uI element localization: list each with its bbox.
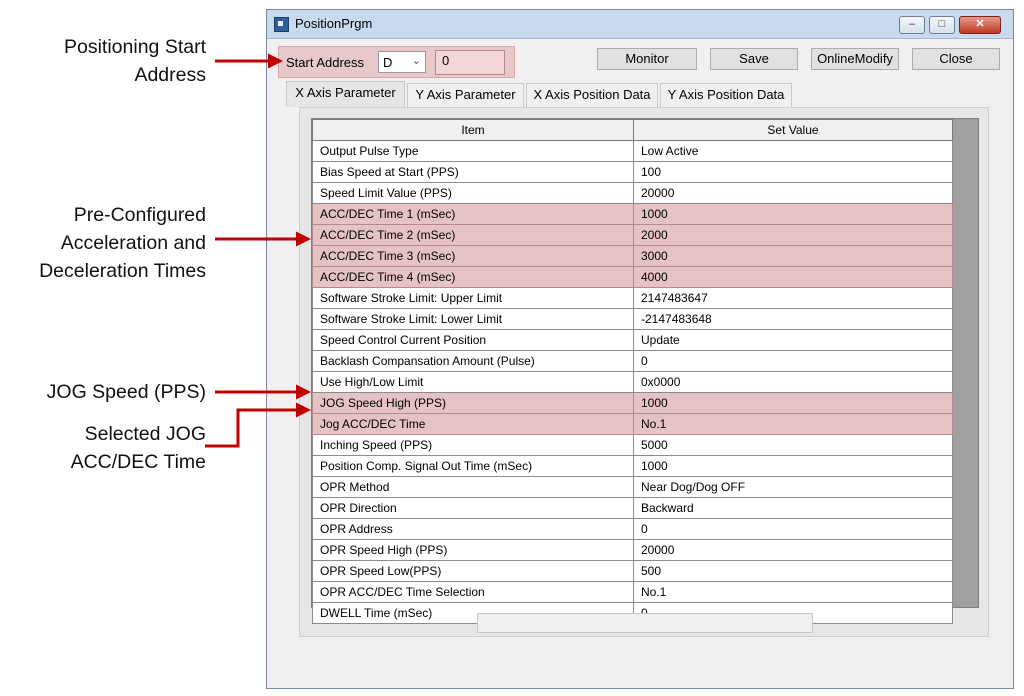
callout-arrows [205,53,311,448]
arrow-jog-acc-dec [205,402,311,448]
